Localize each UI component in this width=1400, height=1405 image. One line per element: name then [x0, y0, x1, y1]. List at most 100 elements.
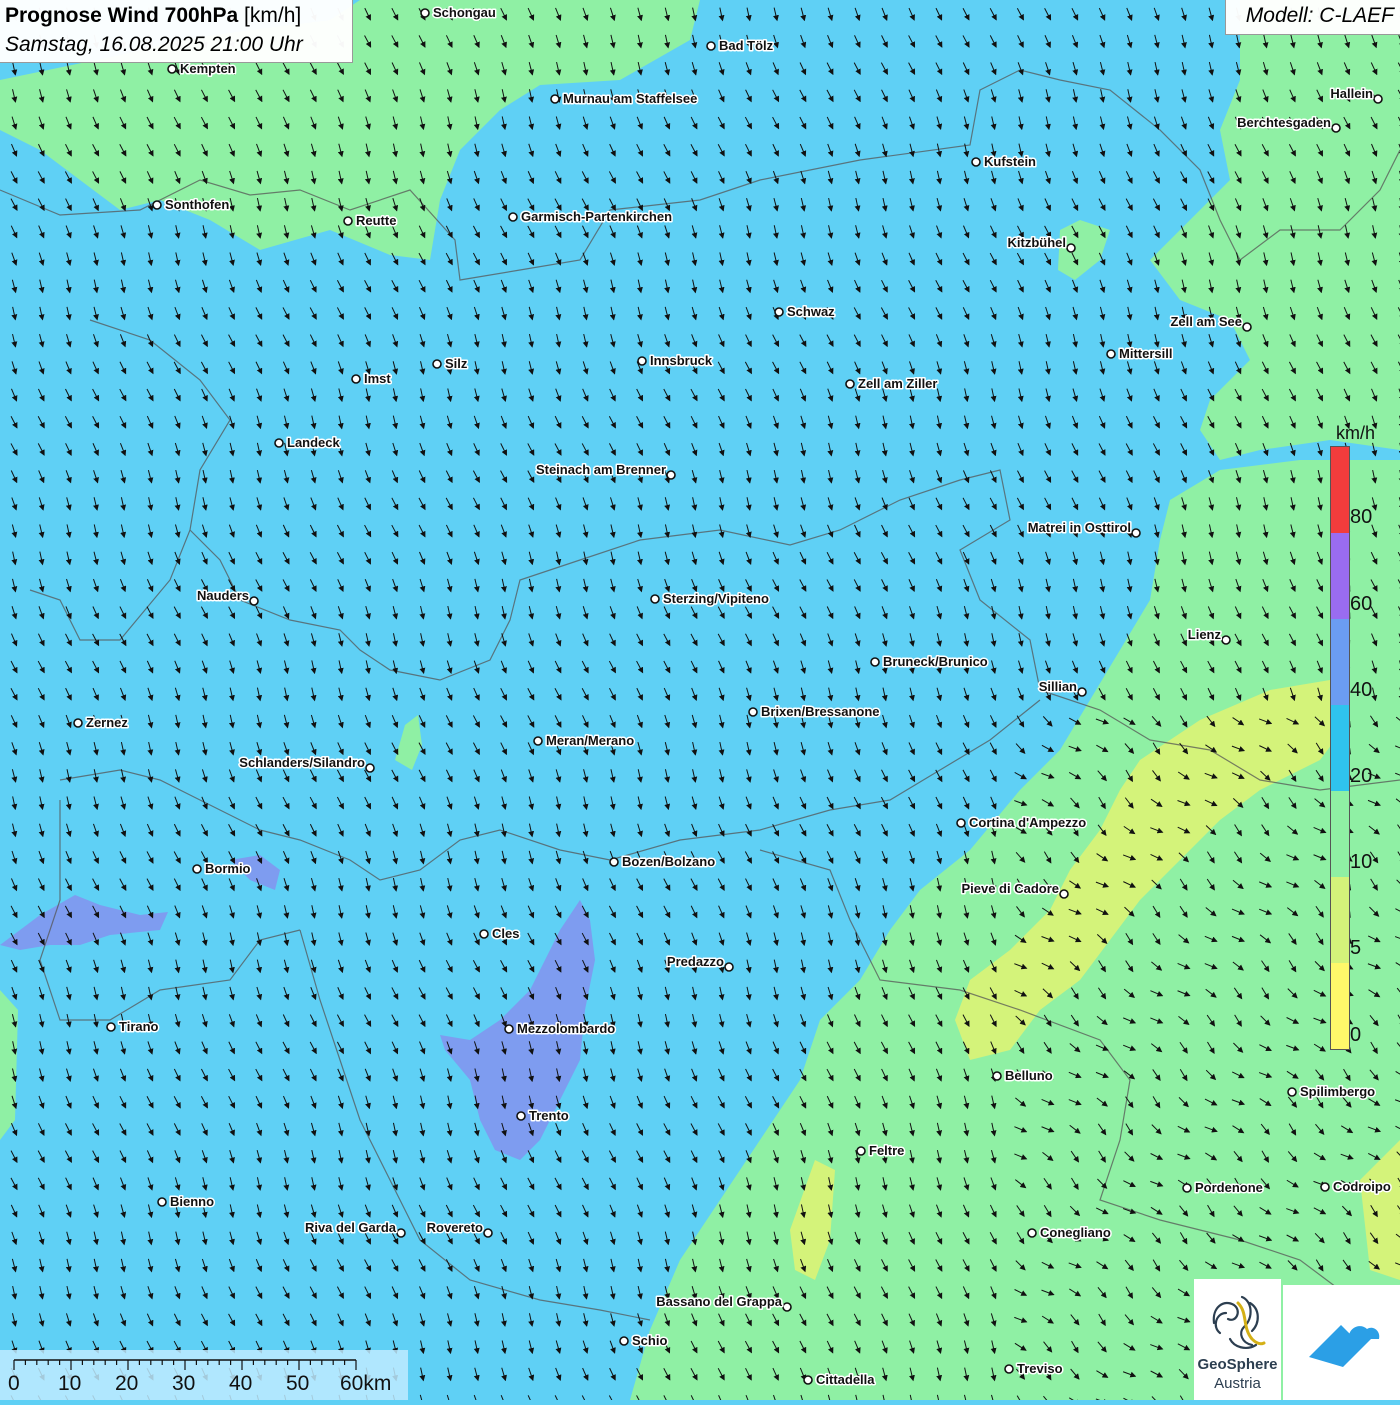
- city-marker: [484, 1229, 492, 1237]
- city-label: Mittersill: [1119, 346, 1172, 361]
- city-label: Steinach am Brenner: [536, 462, 666, 477]
- city-marker: [551, 95, 559, 103]
- city-marker: [620, 1337, 628, 1345]
- legend-tick-20: 20: [1350, 765, 1372, 788]
- city-label: Codroipo: [1333, 1179, 1391, 1194]
- city-label: Schio: [632, 1333, 667, 1348]
- city-label: Kitzbühel: [1008, 235, 1067, 250]
- city-label: Lienz: [1188, 627, 1222, 642]
- city-marker: [509, 213, 517, 221]
- city-marker: [1078, 688, 1086, 696]
- model-label: Modell: C-LAEF: [1246, 4, 1394, 28]
- city-label: Sterzing/Vipiteno: [663, 591, 769, 606]
- model-box: Modell: C-LAEF: [1225, 0, 1400, 35]
- city-label: Bormio: [205, 861, 251, 876]
- city-label: Bassano del Grappa: [656, 1294, 782, 1309]
- city-marker: [1183, 1184, 1191, 1192]
- city-marker: [749, 708, 757, 716]
- city-marker: [707, 42, 715, 50]
- geosphere-logo[interactable]: GeoSphere Austria: [1194, 1279, 1281, 1400]
- legend-band-60: [1331, 533, 1349, 619]
- city-label: Cortina d'Ampezzo: [969, 815, 1086, 830]
- city-marker: [397, 1229, 405, 1237]
- city-label: Zell am See: [1170, 314, 1242, 329]
- color-legend: km/h 80 60 40 20 10 5 0: [1328, 420, 1388, 1060]
- city-marker: [725, 963, 733, 971]
- city-marker: [168, 65, 176, 73]
- city-label: Mezzolombardo: [517, 1021, 615, 1036]
- city-marker: [158, 1198, 166, 1206]
- city-marker: [1005, 1365, 1013, 1373]
- city-marker: [505, 1025, 513, 1033]
- geosphere-sub: Austria: [1194, 1375, 1281, 1392]
- city-marker: [1332, 124, 1340, 132]
- city-label: Predazzo: [667, 954, 724, 969]
- city-marker: [1067, 244, 1075, 252]
- city-label: Berchtesgaden: [1237, 115, 1331, 130]
- city-label: Silz: [445, 356, 468, 371]
- city-label: Treviso: [1017, 1361, 1063, 1376]
- city-label: Bienno: [170, 1194, 214, 1209]
- scale-label-30: 30: [172, 1372, 195, 1396]
- scale-label-60km: 60km: [340, 1372, 391, 1396]
- city-label: Kempten: [180, 61, 236, 76]
- map-timestamp: Samstag, 16.08.2025 21:00 Uhr: [5, 33, 303, 57]
- title-box: Prognose Wind 700hPa [km/h] Samstag, 16.…: [0, 0, 353, 63]
- city-marker: [275, 439, 283, 447]
- app-logo[interactable]: [1283, 1285, 1400, 1400]
- city-marker: [972, 158, 980, 166]
- legend-tick-10: 10: [1350, 851, 1372, 874]
- city-label: Schongau: [433, 5, 496, 20]
- city-marker: [783, 1303, 791, 1311]
- legend-tick-60: 60: [1350, 593, 1372, 616]
- city-marker: [517, 1112, 525, 1120]
- city-label: Sillian: [1039, 679, 1077, 694]
- city-label: Bruneck/Brunico: [883, 654, 988, 669]
- city-marker: [1243, 323, 1251, 331]
- legend-band-0: [1331, 963, 1349, 1049]
- city-marker: [667, 471, 675, 479]
- scale-label-0: 0: [8, 1372, 20, 1396]
- city-marker: [74, 719, 82, 727]
- city-marker: [775, 308, 783, 316]
- city-label: Trento: [529, 1108, 569, 1123]
- city-marker: [480, 930, 488, 938]
- city-marker: [1288, 1088, 1296, 1096]
- city-label: Reutte: [356, 213, 396, 228]
- wind-map[interactable]: SchongauBad TölzKemptenMurnau am Staffel…: [0, 0, 1400, 1400]
- city-marker: [250, 597, 258, 605]
- city-label: Riva del Garda: [305, 1220, 397, 1235]
- city-label: Matrei in Osttirol: [1028, 520, 1131, 535]
- city-label: Imst: [364, 371, 391, 386]
- city-label: Zernez: [86, 715, 128, 730]
- city-label: Garmisch-Partenkirchen: [521, 209, 672, 224]
- city-marker: [993, 1072, 1001, 1080]
- city-label: Brixen/Bressanone: [761, 704, 880, 719]
- city-label: Cittadella: [816, 1372, 875, 1387]
- city-label: Schlanders/Silandro: [239, 755, 365, 770]
- city-marker: [610, 858, 618, 866]
- city-marker: [1222, 636, 1230, 644]
- legend-tick-40: 40: [1350, 679, 1372, 702]
- scale-label-10: 10: [58, 1372, 81, 1396]
- city-label: Spilimbergo: [1300, 1084, 1375, 1099]
- city-marker: [1321, 1183, 1329, 1191]
- legend-tick-5: 5: [1350, 937, 1361, 960]
- city-marker: [153, 201, 161, 209]
- city-label: Kufstein: [984, 154, 1036, 169]
- city-marker: [1107, 350, 1115, 358]
- city-marker: [871, 658, 879, 666]
- geosphere-name: GeoSphere: [1194, 1356, 1281, 1373]
- legend-band-80: [1331, 447, 1349, 533]
- scale-label-20: 20: [115, 1372, 138, 1396]
- city-marker: [1060, 890, 1068, 898]
- legend-tick-0: 0: [1350, 1024, 1361, 1047]
- city-label: Rovereto: [427, 1220, 483, 1235]
- scale-label-40: 40: [229, 1372, 252, 1396]
- city-label: Pordenone: [1195, 1180, 1263, 1195]
- city-label: Landeck: [287, 435, 341, 450]
- city-marker: [857, 1147, 865, 1155]
- city-label: Nauders: [197, 588, 249, 603]
- legend-unit: km/h: [1336, 423, 1375, 444]
- city-marker: [1374, 95, 1382, 103]
